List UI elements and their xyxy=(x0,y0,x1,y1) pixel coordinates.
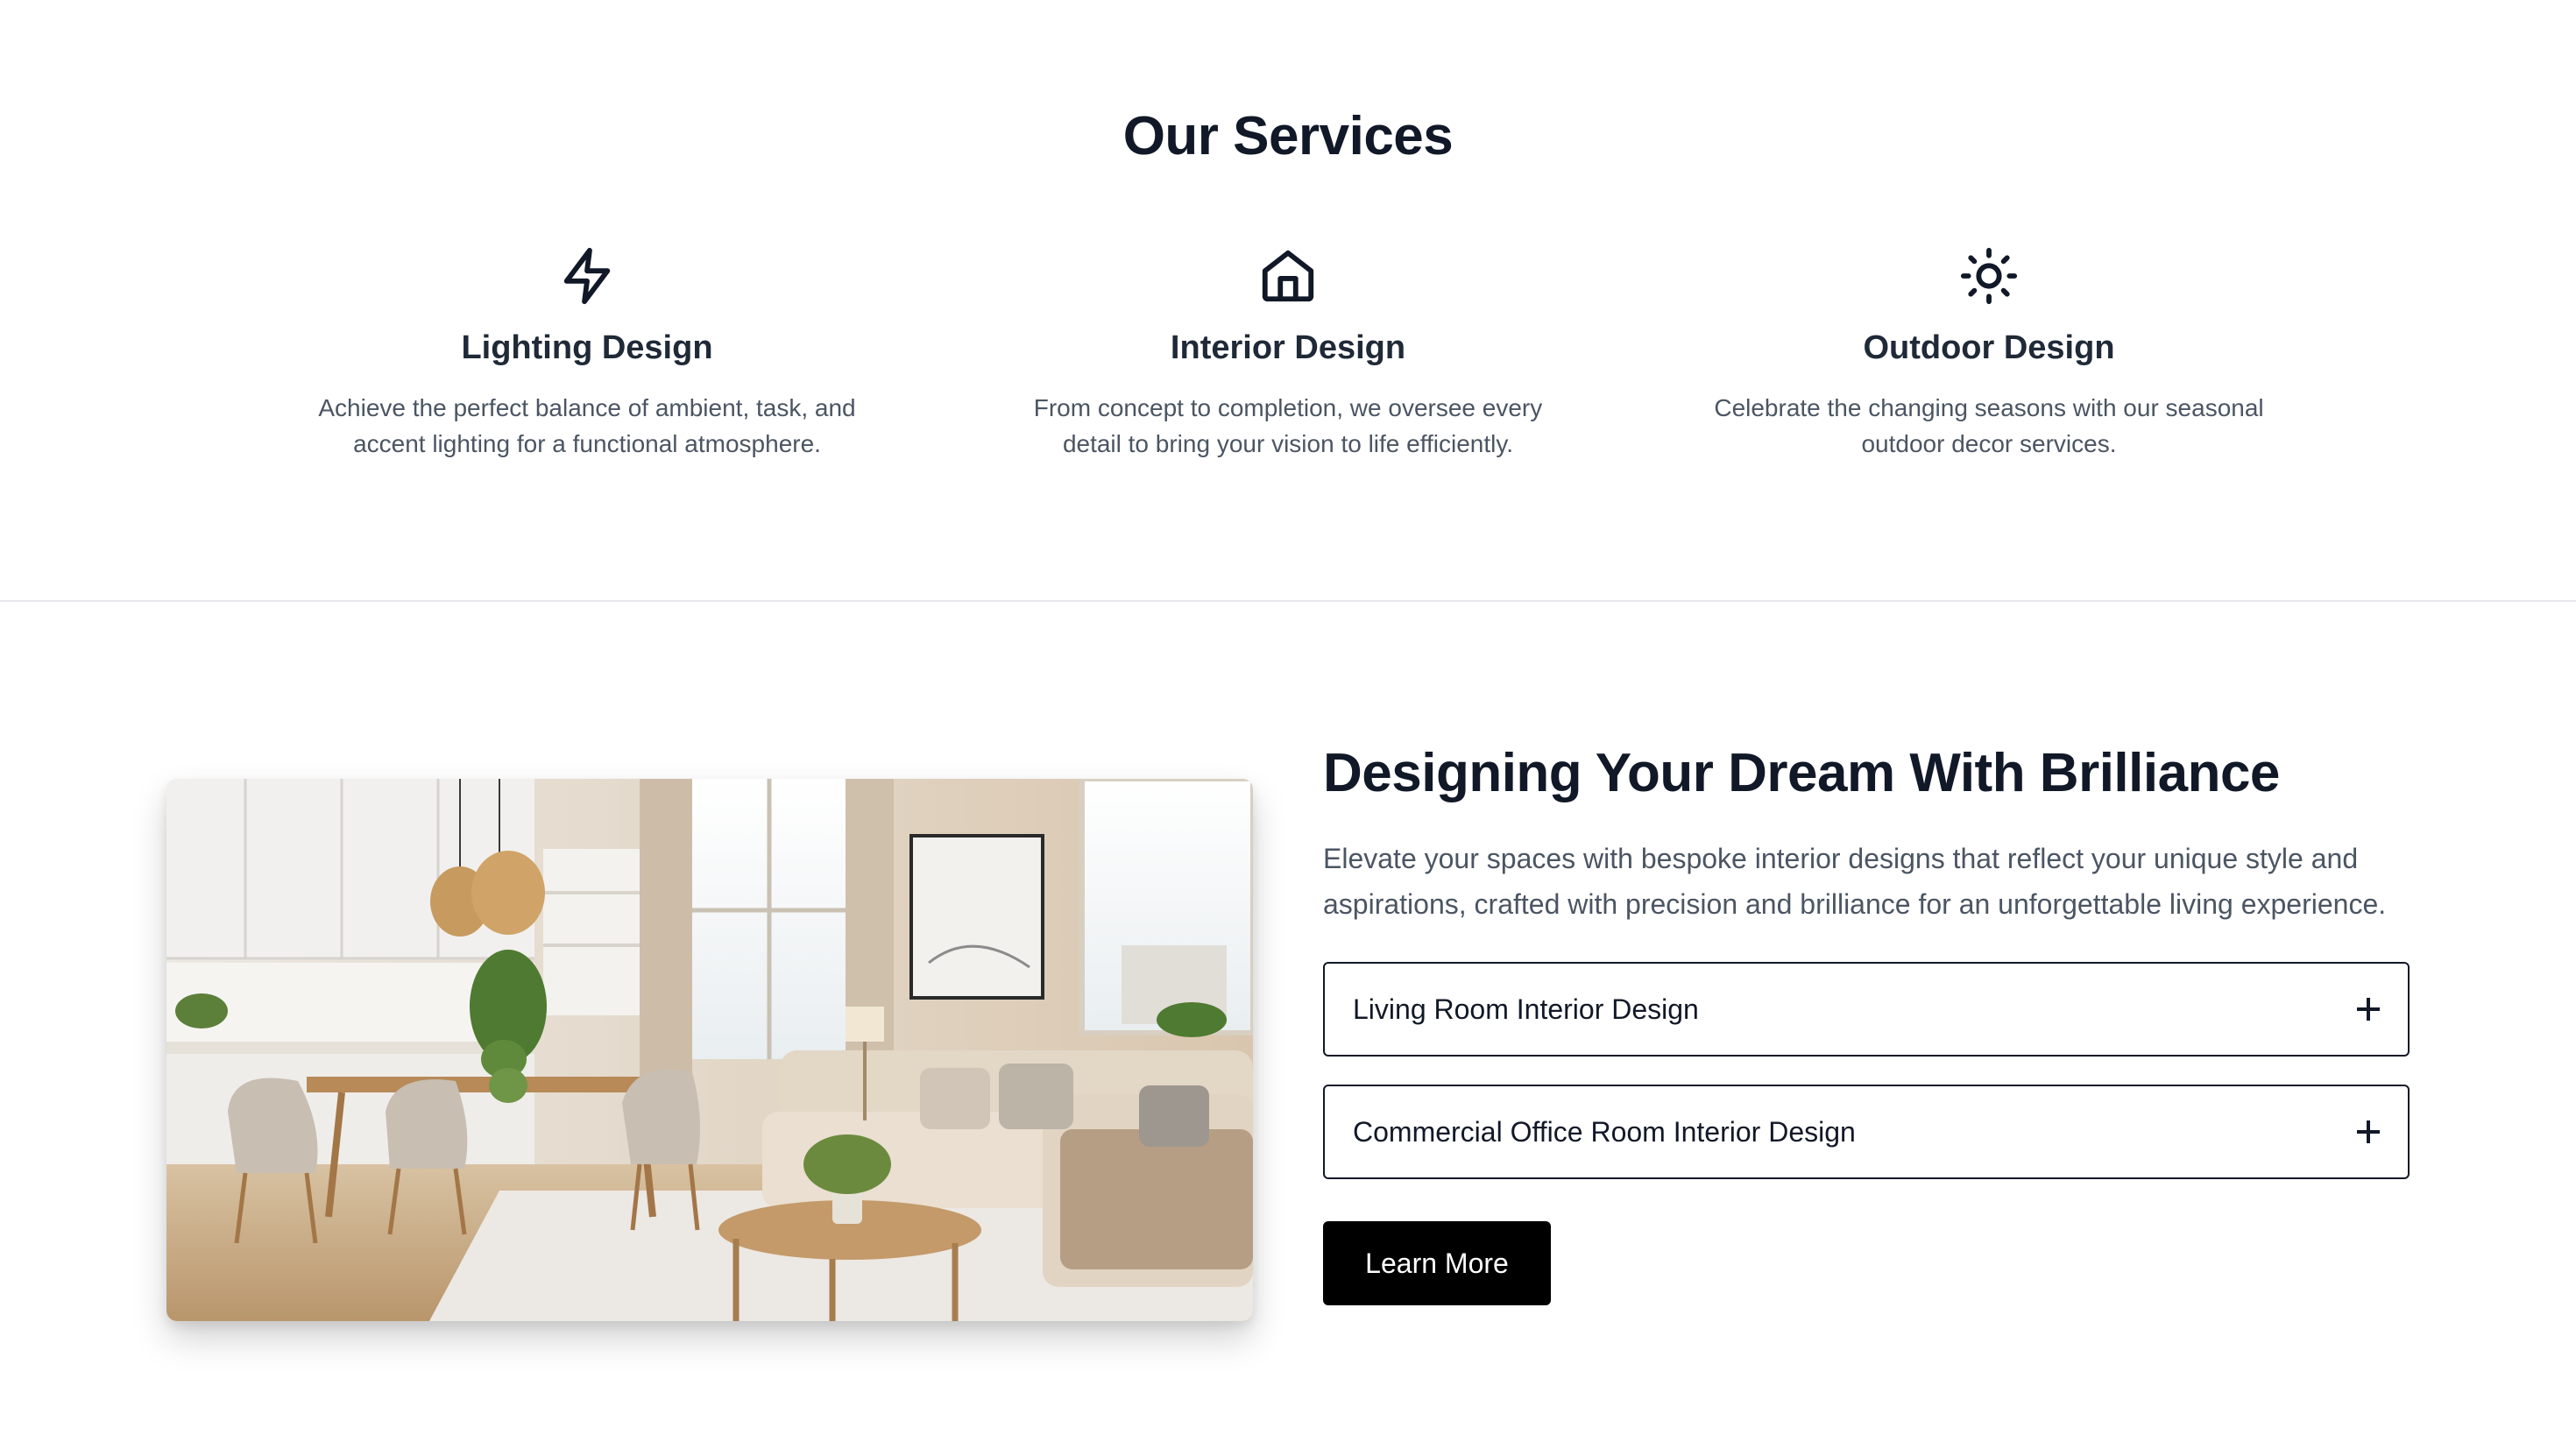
service-name: Outdoor Design xyxy=(1863,329,2115,366)
accordion-label: Commercial Office Room Interior Design xyxy=(1353,1115,1856,1148)
dream-section: Designing Your Dream With Brilliance Ele… xyxy=(1323,736,2410,1305)
accordion-commercial-office[interactable]: Commercial Office Room Interior Design xyxy=(1323,1085,2410,1179)
learn-more-button[interactable]: Learn More xyxy=(1323,1221,1551,1305)
service-description: Celebrate the changing seasons with our … xyxy=(1714,394,2264,457)
plus-icon[interactable] xyxy=(2357,1120,2380,1143)
service-card-lighting: Lighting Design Achieve the perfect bala… xyxy=(280,245,894,462)
service-card-outdoor: Outdoor Design Celebrate the changing se… xyxy=(1682,245,2296,462)
service-description: Achieve the perfect balance of ambient, … xyxy=(318,394,856,457)
services-title: Our Services xyxy=(1122,106,1454,166)
accordion-living-room[interactable]: Living Room Interior Design xyxy=(1323,962,2410,1057)
accordion-label: Living Room Interior Design xyxy=(1353,993,1699,1025)
service-card-interior: Interior Design From concept to completi… xyxy=(981,245,1595,462)
service-name: Interior Design xyxy=(1170,329,1406,366)
living-room-image xyxy=(166,779,1253,1321)
dream-description: Elevate your spaces with bespoke interio… xyxy=(1323,843,2387,920)
sun-icon xyxy=(1958,245,2020,307)
service-description: From concept to completion, we oversee e… xyxy=(1033,394,1543,457)
services-section: Our Services Lighting Design Achieve the… xyxy=(0,0,2576,602)
dream-title: Designing Your Dream With Brilliance xyxy=(1323,743,2280,803)
lightning-icon xyxy=(556,245,618,307)
plus-icon[interactable] xyxy=(2357,998,2380,1021)
home-icon xyxy=(1257,245,1319,307)
service-name: Lighting Design xyxy=(461,329,713,366)
